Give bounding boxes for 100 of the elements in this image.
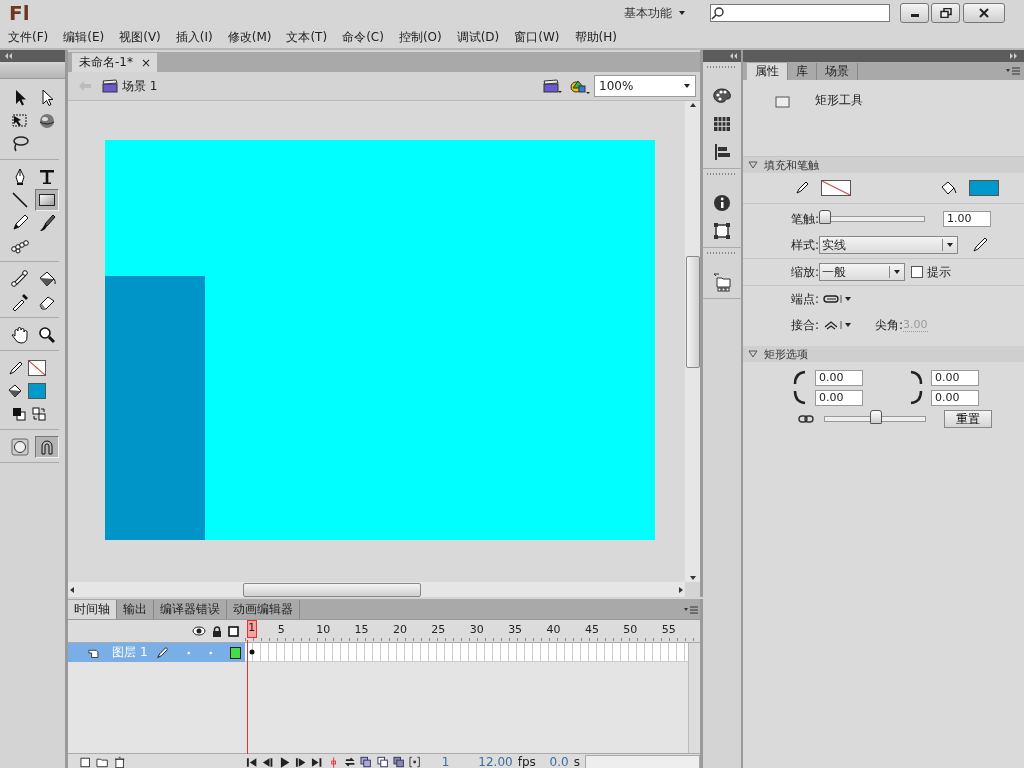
workspace-menu[interactable]: 基本功能 xyxy=(624,4,672,22)
expanded-arrow-icon[interactable] xyxy=(748,350,758,358)
menu-item[interactable]: 插入(I) xyxy=(175,28,213,46)
menu-item[interactable]: 窗口(W) xyxy=(514,28,560,46)
close-button[interactable] xyxy=(963,3,1005,23)
outline-swatch[interactable] xyxy=(230,646,241,659)
vertical-scrollbar[interactable] xyxy=(685,101,700,582)
input-field[interactable]: 0.00 xyxy=(931,370,979,386)
join-style-icon[interactable] xyxy=(823,320,853,330)
minimize-button[interactable] xyxy=(900,3,929,23)
snap-tool-button[interactable] xyxy=(35,436,59,458)
first-frame-icon[interactable] xyxy=(246,755,258,768)
last-frame-icon[interactable] xyxy=(311,755,323,768)
frame-ruler[interactable]: 1 5 10 15 20 25 30 35 40 45 50 55 xyxy=(245,620,700,643)
hand-icon xyxy=(10,325,30,345)
scrollbar-thumb[interactable] xyxy=(685,255,700,368)
elapsed-time: 0.0 xyxy=(549,755,569,768)
previous-frame-icon[interactable] xyxy=(262,755,274,768)
checkbox[interactable] xyxy=(911,266,923,278)
menu-item[interactable]: 视图(V) xyxy=(119,28,161,46)
lock-icon[interactable] xyxy=(212,625,222,637)
vertical-scrollbar[interactable] xyxy=(688,643,700,753)
lasso-icon xyxy=(10,134,30,154)
menu-item[interactable]: 修改(M) xyxy=(227,28,272,46)
current-frame: 1 xyxy=(441,755,450,768)
edit-scene-icon[interactable] xyxy=(543,78,563,94)
color-swatch[interactable] xyxy=(28,383,46,399)
circle-in-square-icon xyxy=(10,437,30,457)
pencil-icon[interactable] xyxy=(972,237,988,253)
horizontal-scrollbar[interactable] xyxy=(584,754,700,768)
link-icon[interactable] xyxy=(798,414,814,424)
play-icon[interactable] xyxy=(278,755,291,768)
onion-outline-icon[interactable] xyxy=(376,755,388,768)
text-tool-icon xyxy=(37,167,57,187)
outline-icon[interactable] xyxy=(228,625,239,637)
scroll-up-icon xyxy=(688,101,697,109)
onion-skin-icon[interactable] xyxy=(360,755,372,768)
trash-icon[interactable] xyxy=(113,756,125,768)
slider-thumb[interactable] xyxy=(819,210,831,224)
transform-icon[interactable] xyxy=(712,221,732,241)
collapse-icon[interactable] xyxy=(729,52,738,60)
library-icon[interactable] xyxy=(712,272,732,292)
keyframe-icon xyxy=(249,649,255,655)
frame-number: 40 xyxy=(546,622,562,636)
scrollbar-thumb[interactable] xyxy=(242,582,421,597)
drawing-tool-button[interactable] xyxy=(8,436,32,458)
input-field[interactable]: 0.00 xyxy=(815,390,863,406)
scale-dropdown[interactable]: 一般 xyxy=(819,263,905,281)
edit-frames-icon[interactable] xyxy=(392,755,405,768)
checkbox-label: 提示 xyxy=(927,263,951,281)
eye-icon[interactable] xyxy=(192,626,206,636)
new-layer-icon[interactable] xyxy=(80,756,92,768)
zoom-dropdown[interactable]: 100% xyxy=(594,75,696,97)
onion-markers-icon[interactable] xyxy=(409,755,421,768)
restore-icon xyxy=(939,8,952,18)
menu-item[interactable]: 编辑(E) xyxy=(63,28,105,46)
loop-icon[interactable] xyxy=(343,755,356,768)
color-swatch[interactable] xyxy=(28,360,46,376)
horizontal-scrollbar[interactable] xyxy=(68,582,685,597)
menu-item[interactable]: 控制(O) xyxy=(398,28,442,46)
frame-number: 5 xyxy=(277,622,286,636)
panel-tab[interactable]: 时间轴 xyxy=(68,600,117,619)
swap-colors-icon[interactable] xyxy=(32,407,46,421)
folder-icon[interactable] xyxy=(96,756,109,768)
slider-thumb[interactable] xyxy=(870,410,882,424)
close-tab-icon[interactable]: × xyxy=(140,55,152,70)
menu-item[interactable]: 命令(C) xyxy=(342,28,384,46)
input-field[interactable]: 0.00 xyxy=(931,390,979,406)
rectangle-icon xyxy=(775,95,791,109)
color-swatch[interactable] xyxy=(969,180,999,196)
menu-item[interactable]: 调试(D) xyxy=(456,28,500,46)
caret-icon xyxy=(946,241,954,249)
align-icon[interactable] xyxy=(712,142,732,162)
search-field[interactable] xyxy=(710,4,890,22)
default-colors-icon[interactable] xyxy=(12,407,26,421)
menu-item[interactable]: 帮助(H) xyxy=(574,28,617,46)
reset-button[interactable]: 重置 xyxy=(944,410,992,428)
line-icon xyxy=(10,190,30,210)
input-field[interactable]: 1.00 xyxy=(943,211,991,227)
document-tab[interactable]: 未命名-1* × xyxy=(72,53,158,72)
next-frame-icon[interactable] xyxy=(295,755,307,768)
pencil-icon xyxy=(795,181,809,195)
swatches-icon[interactable] xyxy=(712,114,732,134)
panel-menu-icon[interactable] xyxy=(684,605,698,615)
panel-tab[interactable]: 属性 xyxy=(747,63,788,80)
menu-item[interactable]: 文件(F) xyxy=(8,28,49,46)
cap-style-icon[interactable] xyxy=(823,294,853,304)
expand-icon[interactable] xyxy=(1009,52,1018,60)
color-swatch[interactable] xyxy=(821,180,851,196)
expanded-arrow-icon[interactable] xyxy=(748,161,758,169)
menu-item[interactable]: 文本(T) xyxy=(286,28,328,46)
clapperboard-icon xyxy=(102,79,118,93)
style-dropdown[interactable]: 实线 xyxy=(819,236,958,254)
rectangle-tool-button[interactable] xyxy=(35,189,59,211)
input-field[interactable]: 0.00 xyxy=(815,370,863,386)
collapse-icon[interactable] xyxy=(4,52,13,60)
palette-icon[interactable] xyxy=(712,86,732,106)
panel-menu-icon[interactable] xyxy=(1006,66,1020,76)
restore-button[interactable] xyxy=(931,3,960,23)
info-icon[interactable] xyxy=(712,193,732,213)
